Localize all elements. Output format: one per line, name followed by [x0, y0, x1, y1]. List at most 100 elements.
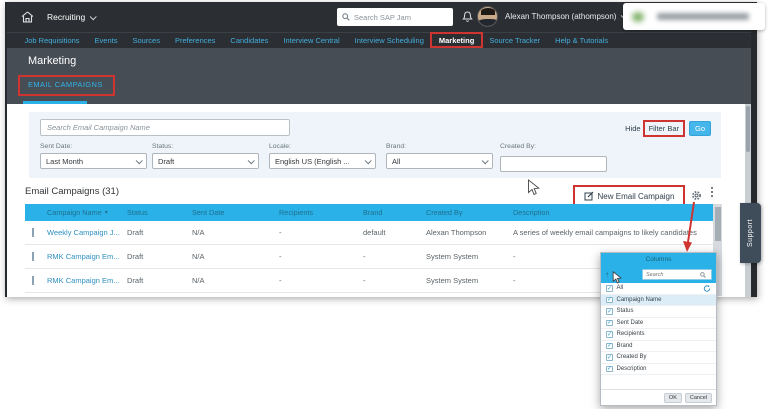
column-recipients[interactable]: Recipients — [279, 208, 363, 217]
notifications-bell-icon[interactable] — [462, 10, 473, 28]
nav-tab-sources[interactable]: Sources — [125, 36, 168, 45]
column-campaign-name[interactable]: Campaign Name ▾ — [47, 208, 127, 217]
locale-label: Locale: — [269, 143, 291, 150]
campaign-name-link[interactable]: RMK Campaign Em... — [47, 252, 127, 261]
column-option-label: Status — [616, 308, 634, 315]
created-by-input[interactable] — [500, 155, 607, 172]
campaign-name-search-input[interactable] — [40, 119, 290, 136]
jam-search-input[interactable]: Search SAP Jam — [337, 8, 453, 26]
module-label: Recruiting — [47, 12, 86, 22]
column-sent-date[interactable]: Sent Date — [192, 208, 279, 217]
shell-bar: Recruiting Search SAP Jam Alexan Thompso… — [7, 2, 765, 32]
columns-search-input[interactable] — [646, 271, 700, 278]
cancel-button[interactable]: Cancel — [684, 392, 712, 403]
move-down-icon[interactable]: ↓ — [613, 270, 617, 279]
checkbox-checked-icon[interactable] — [606, 296, 613, 303]
nav-tab-interview-scheduling[interactable]: Interview Scheduling — [347, 36, 431, 45]
screenshot-canvas: Recruiting Search SAP Jam Alexan Thompso… — [0, 0, 768, 409]
tab-email-campaigns[interactable]: EMAIL CAMPAIGNS — [28, 80, 103, 89]
checkbox-checked-icon[interactable] — [606, 319, 613, 326]
nav-tab-marketing-label: Marketing — [438, 36, 475, 45]
column-option-campaign-name[interactable]: Campaign Name — [601, 294, 716, 306]
column-option-label: Brand — [616, 342, 633, 349]
columns-popup-footer: OK Cancel — [601, 389, 716, 405]
nav-tab-marketing[interactable]: Marketing — [430, 32, 483, 48]
user-menu[interactable]: Alexan Thompson (athompson) — [505, 12, 629, 21]
table-row: Weekly Campaign J... Draft N/A - default… — [25, 221, 713, 245]
columns-popup-title: Columns — [601, 253, 716, 266]
checkbox-checked-icon[interactable] — [606, 285, 613, 292]
row-checkbox[interactable] — [32, 228, 34, 237]
checkbox-checked-icon[interactable] — [606, 354, 613, 361]
columns-search-box[interactable] — [642, 269, 712, 280]
move-up-icon[interactable]: ↑ — [605, 270, 609, 279]
sent-date-select[interactable]: Last Month — [40, 153, 147, 169]
column-created-by[interactable]: Created By — [426, 208, 513, 217]
cell-sent-date: N/A — [192, 252, 205, 261]
columns-popup-toolbar: ↑ ↓ — [601, 266, 716, 283]
campaign-name-link[interactable]: RMK Campaign Em... — [47, 276, 127, 285]
cell-status: Draft — [127, 252, 144, 261]
support-tab-label: Support — [747, 218, 754, 248]
row-checkbox[interactable] — [32, 252, 34, 261]
created-by-field: Created By: — [500, 143, 607, 172]
nav-tab-candidates[interactable]: Candidates — [223, 36, 276, 45]
nav-tab-source-tracker[interactable]: Source Tracker — [482, 36, 548, 45]
column-option-sent-date[interactable]: Sent Date — [601, 318, 716, 329]
nav-tab-preferences[interactable]: Preferences — [167, 36, 222, 45]
locale-select[interactable]: English US (English ... — [269, 153, 376, 169]
ok-button[interactable]: OK — [663, 392, 682, 403]
campaign-name-link[interactable]: Weekly Campaign J... — [47, 228, 127, 237]
go-button[interactable]: Go — [688, 121, 711, 136]
nav-tab-events[interactable]: Events — [87, 36, 125, 45]
cell-created-by: System System — [426, 252, 479, 261]
column-option-brand[interactable]: Brand — [601, 341, 716, 352]
column-description[interactable]: Description — [513, 208, 713, 217]
checkbox-checked-icon[interactable] — [606, 342, 613, 349]
locale-field: Locale: English US (English ... — [269, 143, 376, 169]
table-header-row: Campaign Name ▾ Status Sent Date Recipien… — [25, 204, 713, 221]
checkbox-checked-icon[interactable] — [606, 331, 613, 338]
user-avatar[interactable] — [477, 6, 498, 27]
column-status[interactable]: Status — [127, 208, 192, 217]
cell-recipients: - — [279, 252, 282, 261]
nav-tab-help-tutorials[interactable]: Help & Tutorials — [548, 36, 616, 45]
cell-created-by: Alexan Thompson — [426, 228, 487, 237]
row-checkbox[interactable] — [32, 276, 34, 285]
hide-filter-bar-button[interactable]: Hide Filter Bar — [625, 120, 685, 137]
home-icon[interactable] — [21, 10, 35, 24]
sort-descending-icon: ▾ — [104, 210, 108, 216]
reset-icon[interactable] — [703, 284, 711, 292]
status-value: Draft — [158, 156, 175, 166]
module-selector[interactable]: Recruiting — [47, 12, 98, 22]
cell-status: Draft — [127, 228, 144, 237]
support-tab[interactable]: Support — [740, 203, 761, 263]
checkbox-checked-icon[interactable] — [606, 365, 613, 372]
column-option-created-by[interactable]: Created By — [601, 352, 716, 364]
cell-created-by: System System — [426, 276, 479, 285]
jam-search-placeholder: Search SAP Jam — [354, 12, 411, 22]
annotation-box-filter-bar: Filter Bar — [642, 120, 685, 137]
cell-brand: - — [363, 276, 366, 285]
column-option-description[interactable]: Description — [601, 364, 716, 375]
overflow-menu-icon[interactable] — [708, 187, 716, 197]
chevron-down-icon — [481, 156, 489, 164]
company-logo — [623, 3, 765, 30]
cell-description: A series of weekly email campaigns to li… — [513, 228, 697, 237]
column-option-label: Recipients — [616, 331, 645, 338]
sent-date-field: Sent Date: Last Month — [40, 143, 147, 169]
page-scrollbar[interactable] — [745, 104, 751, 297]
cell-recipients: - — [279, 228, 282, 237]
column-option-all[interactable]: All — [601, 283, 716, 295]
brand-select[interactable]: All — [386, 153, 493, 169]
column-brand[interactable]: Brand — [363, 208, 426, 217]
chevron-down-icon — [135, 156, 143, 164]
column-option-label: Created By — [616, 354, 647, 361]
filter-panel: Hide Filter Bar Go Sent Date: Last Month… — [29, 112, 721, 178]
checkbox-checked-icon[interactable] — [606, 308, 613, 315]
column-option-status[interactable]: Status — [601, 306, 716, 318]
column-option-recipients[interactable]: Recipients — [601, 329, 716, 341]
status-select[interactable]: Draft — [152, 153, 259, 169]
nav-tab-interview-central[interactable]: Interview Central — [276, 36, 347, 45]
nav-tab-job-requisitions[interactable]: Job Requisitions — [17, 36, 87, 45]
